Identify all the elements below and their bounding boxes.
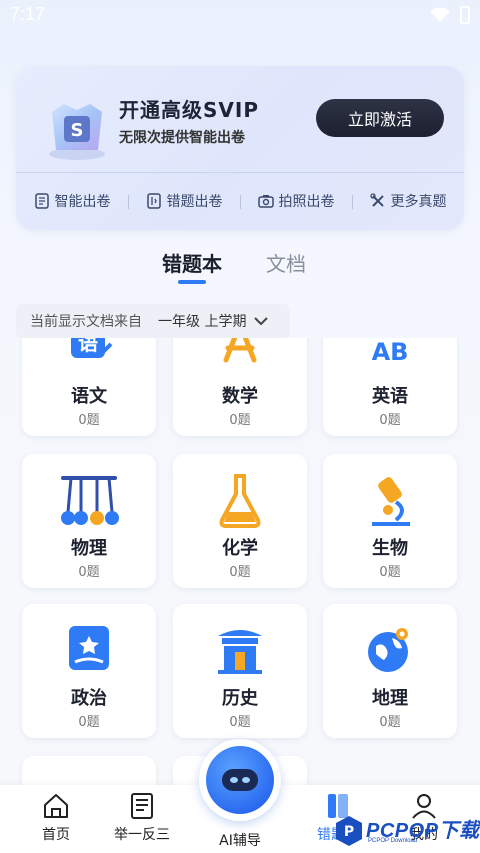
quick-smart-paper[interactable]: 智能出卷 (16, 191, 128, 211)
subject-card-chemistry[interactable]: 化学 0题 (173, 454, 307, 588)
nav-label: 举一反三 (114, 827, 170, 843)
quick-label: 智能出卷 (54, 194, 111, 210)
subject-count: 0题 (379, 413, 401, 428)
ai-assistant-button[interactable] (199, 739, 281, 821)
document-icon (34, 193, 49, 209)
grade-filter[interactable]: 当前显示文档来自 一年级 上学期 (16, 304, 290, 338)
subject-name: 化学 (222, 538, 258, 559)
error-book-icon (146, 193, 161, 209)
camera-icon (257, 195, 274, 208)
subject-count: 0题 (379, 565, 401, 580)
subject-count: 0题 (379, 715, 401, 730)
battery-icon (460, 6, 470, 24)
quick-error-paper[interactable]: 错题出卷 (128, 191, 240, 211)
tab-bar: 错题本 文档 (0, 244, 480, 284)
globe-icon (368, 628, 408, 672)
compass-icon (223, 338, 257, 363)
subject-count: 0题 (78, 715, 100, 730)
nav-home[interactable]: 首页 (16, 791, 96, 844)
quick-photo-paper[interactable]: 拍照出卷 (240, 191, 352, 211)
svip-crystal-icon: S (49, 104, 105, 160)
temple-icon (218, 630, 262, 674)
subject-card-history[interactable]: 历史 0题 (173, 604, 307, 738)
tab-error-book[interactable]: 错题本 (162, 248, 222, 277)
svip-promo-card[interactable]: S 开通高级SVIP 无限次提供智能出卷 立即激活 智能出卷 错题出卷 拍照出卷… (16, 66, 464, 230)
nav-label: AI辅导 (219, 833, 261, 849)
quick-label: 更多真题 (390, 194, 447, 210)
subject-count: 0题 (229, 413, 251, 428)
subject-card-politics[interactable]: 政治 0题 (22, 604, 156, 738)
svg-text:S: S (71, 120, 84, 141)
subject-count: 0题 (229, 715, 251, 730)
quick-label: 拍照出卷 (278, 194, 335, 210)
politics-book-icon (69, 626, 109, 670)
svg-text:AB: AB (372, 338, 409, 366)
subject-card-english[interactable]: AB 英语 0题 (323, 338, 457, 436)
subject-name: 生物 (372, 538, 408, 559)
svg-text:语: 语 (78, 338, 98, 355)
robot-icon (222, 769, 258, 791)
tab-documents[interactable]: 文档 (266, 248, 306, 277)
subject-name: 政治 (71, 688, 107, 709)
pcpop-logo-icon: P (336, 816, 362, 846)
quick-actions: 智能出卷 错题出卷 拍照出卷 更多真题 (16, 172, 464, 230)
chinese-icon: 语 (71, 338, 113, 358)
promo-subtitle: 无限次提供智能出卷 (119, 130, 245, 146)
subject-name: 数学 (222, 386, 258, 407)
wifi-icon (430, 7, 450, 22)
nav-ai[interactable]: AI辅导 (200, 827, 280, 850)
filter-grade: 一年级 上学期 (158, 314, 247, 330)
filter-prefix: 当前显示文档来自 (30, 314, 142, 330)
quick-label: 错题出卷 (166, 194, 223, 210)
status-time: 7:17 (10, 4, 46, 24)
subject-grid: 语 语文 0题 数学 0题 AB 英语 0题 物理 0题 化学 0题 生物 0题… (0, 338, 480, 788)
list-book-icon (131, 793, 153, 819)
tools-icon (369, 193, 384, 207)
watermark-small: PCPOP Download (368, 838, 418, 844)
subject-card-more[interactable] (22, 756, 156, 788)
quick-more-exams[interactable]: 更多真题 (352, 191, 464, 211)
status-icons (430, 6, 470, 24)
tab-active-indicator (178, 280, 206, 284)
subject-card-geography[interactable]: 地理 0题 (323, 604, 457, 738)
subject-card-physics[interactable]: 物理 0题 (22, 454, 156, 588)
home-icon (44, 794, 68, 818)
subject-count: 0题 (229, 565, 251, 580)
subject-name: 物理 (71, 538, 107, 559)
subject-card-chinese[interactable]: 语 语文 0题 (22, 338, 156, 436)
subject-count: 0题 (78, 413, 100, 428)
nav-practice[interactable]: 举一反三 (102, 791, 182, 844)
newton-cradle-icon (61, 476, 119, 525)
subject-card-math[interactable]: 数学 0题 (173, 338, 307, 436)
english-ab-icon: AB (372, 338, 409, 366)
promo-title: 开通高级SVIP (119, 98, 259, 122)
status-bar: 7:17 (0, 0, 480, 32)
subject-name: 历史 (222, 688, 258, 709)
subject-card-biology[interactable]: 生物 0题 (323, 454, 457, 588)
nav-label: 首页 (42, 827, 70, 843)
microscope-icon (372, 477, 410, 526)
subject-count: 0题 (78, 565, 100, 580)
activate-button[interactable]: 立即激活 (316, 99, 444, 137)
svg-text:P: P (344, 824, 354, 840)
pcpop-watermark: P PCPOP下载 PCPOP Download (334, 810, 480, 853)
subject-name: 英语 (372, 386, 408, 407)
chevron-down-icon (254, 317, 269, 326)
subject-name: 地理 (372, 688, 408, 709)
subject-name: 语文 (71, 386, 107, 407)
flask-icon (219, 474, 261, 528)
